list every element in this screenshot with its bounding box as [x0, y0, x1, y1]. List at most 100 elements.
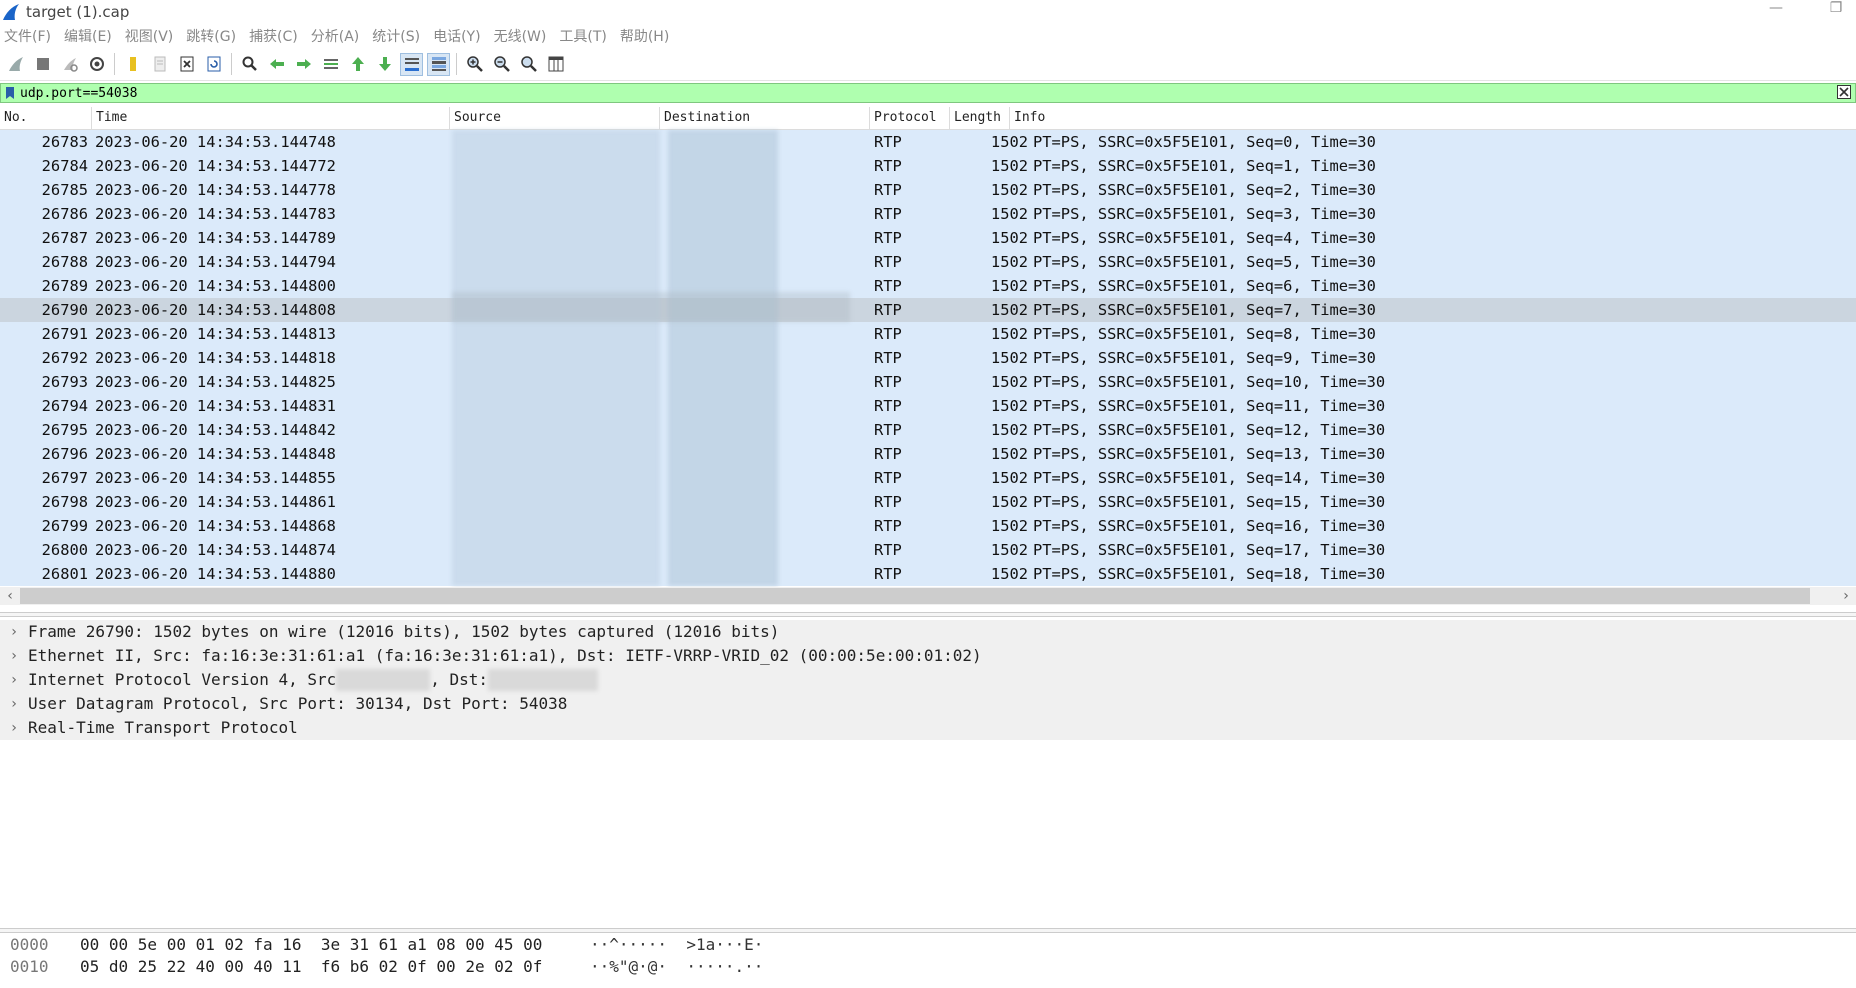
- menu-tools[interactable]: 工具(T): [559, 26, 606, 46]
- go-forward-button[interactable]: [292, 53, 315, 76]
- display-filter-input[interactable]: [20, 85, 1855, 101]
- packet-row[interactable]: 26784 2023-06-20 14:34:53.144772 RTP 1502 PT…: [0, 154, 1856, 178]
- minimize-button[interactable]: —: [1766, 0, 1786, 16]
- scroll-right-icon[interactable]: ›: [1836, 588, 1856, 604]
- menu-statistics[interactable]: 统计(S): [372, 26, 420, 46]
- detail-ip-text: Internet Protocol Version 4, Src: [28, 670, 337, 689]
- detail-rtp[interactable]: › Real-Time Transport Protocol: [0, 716, 1856, 740]
- packet-row[interactable]: 26789 2023-06-20 14:34:53.144800 RTP 1502 PT…: [0, 274, 1856, 298]
- menu-help[interactable]: 帮助(H): [620, 26, 669, 46]
- packet-row[interactable]: 26794 2023-06-20 14:34:53.144831 RTP 1502 PT…: [0, 394, 1856, 418]
- detail-ethernet[interactable]: › Ethernet II, Src: fa:16:3e:31:61:a1 (fa…: [0, 644, 1856, 668]
- stop-capture-button[interactable]: [31, 53, 54, 76]
- menu-analyze[interactable]: 分析(A): [311, 26, 360, 46]
- find-packet-button[interactable]: [238, 53, 261, 76]
- menu-capture[interactable]: 捕获(C): [249, 26, 298, 46]
- chevron-right-icon[interactable]: ›: [0, 668, 28, 692]
- packet-row[interactable]: 26787 2023-06-20 14:34:53.144789 RTP 1502 PT…: [0, 226, 1856, 250]
- pane-splitter[interactable]: [0, 612, 1856, 617]
- chevron-right-icon[interactable]: ›: [0, 620, 28, 644]
- menu-go[interactable]: 跳转(G): [186, 26, 236, 46]
- chevron-right-icon[interactable]: ›: [0, 644, 28, 668]
- bytes-row[interactable]: 0000 00 00 5e 00 01 02 fa 16 3e 31 61 a1…: [0, 934, 1856, 956]
- open-file-button[interactable]: [121, 53, 144, 76]
- packet-row[interactable]: 26798 2023-06-20 14:34:53.144861 RTP 1502 PT…: [0, 490, 1856, 514]
- bytes-hex: 05 d0 25 22 40 00 40 11 f6 b6 02 0f 00 2…: [80, 957, 543, 976]
- packet-protocol-cell: RTP: [874, 397, 902, 415]
- title-bar: target (1).cap — ❐: [0, 0, 1856, 24]
- go-back-button[interactable]: [265, 53, 288, 76]
- chevron-right-icon[interactable]: ›: [0, 716, 28, 740]
- first-packet-button[interactable]: [346, 53, 369, 76]
- packet-time-cell: 2023-06-20 14:34:53.144868: [95, 517, 336, 535]
- menu-view[interactable]: 视图(V): [125, 26, 174, 46]
- clear-filter-icon[interactable]: [1837, 85, 1851, 99]
- packet-protocol-cell: RTP: [874, 493, 902, 511]
- packet-row[interactable]: 26783 2023-06-20 14:34:53.144748 RTP 1502 PT…: [0, 130, 1856, 154]
- packet-list-hscrollbar[interactable]: ‹ ›: [0, 587, 1856, 605]
- packet-info-cell: PT=PS, SSRC=0x5F5E101, Seq=6, Time=30: [1033, 277, 1376, 295]
- redacted-selected-addresses: [452, 292, 850, 322]
- pane-splitter[interactable]: [0, 928, 1856, 933]
- packet-row[interactable]: 26797 2023-06-20 14:34:53.144855 RTP 1502 PT…: [0, 466, 1856, 490]
- zoom-out-button[interactable]: [490, 53, 513, 76]
- last-packet-button[interactable]: [373, 53, 396, 76]
- column-header-length[interactable]: Length: [950, 107, 1010, 129]
- packet-no-cell: 26790: [41, 301, 88, 319]
- packet-row[interactable]: 26786 2023-06-20 14:34:53.144783 RTP 1502 PT…: [0, 202, 1856, 226]
- packet-row[interactable]: 26799 2023-06-20 14:34:53.144868 RTP 1502 PT…: [0, 514, 1856, 538]
- autoscroll-button[interactable]: [400, 52, 423, 76]
- packet-bytes: 0000 00 00 5e 00 01 02 fa 16 3e 31 61 a1…: [0, 934, 1856, 988]
- start-capture-button[interactable]: [4, 53, 27, 76]
- packet-row[interactable]: 26800 2023-06-20 14:34:53.144874 RTP 1502 PT…: [0, 538, 1856, 562]
- close-file-button[interactable]: [175, 53, 198, 76]
- detail-udp[interactable]: › User Datagram Protocol, Src Port: 30134…: [0, 692, 1856, 716]
- packet-row[interactable]: 26796 2023-06-20 14:34:53.144848 RTP 1502 PT…: [0, 442, 1856, 466]
- column-header-no[interactable]: No.: [0, 107, 92, 129]
- column-header-protocol[interactable]: Protocol: [870, 107, 950, 129]
- search-icon: [242, 56, 257, 71]
- packet-time-cell: 2023-06-20 14:34:53.144789: [95, 229, 336, 247]
- packet-row[interactable]: 26801 2023-06-20 14:34:53.144880 RTP 1502 PT…: [0, 562, 1856, 586]
- packet-row[interactable]: 26790 2023-06-20 14:34:53.144808 RTP 1502 PT…: [0, 298, 1856, 322]
- packet-time-cell: 2023-06-20 14:34:53.144800: [95, 277, 336, 295]
- restart-capture-button[interactable]: [58, 53, 81, 76]
- menu-file[interactable]: 文件(F): [4, 26, 51, 46]
- packet-row[interactable]: 26785 2023-06-20 14:34:53.144778 RTP 1502 PT…: [0, 178, 1856, 202]
- packet-length-cell: 1502: [990, 541, 1028, 559]
- detail-ip[interactable]: › Internet Protocol Version 4, Src , Dst:: [0, 668, 1856, 692]
- packet-length-cell: 1502: [990, 181, 1028, 199]
- bytes-row[interactable]: 0010 05 d0 25 22 40 00 40 11 f6 b6 02 0f…: [0, 956, 1856, 978]
- main-toolbar: [0, 48, 1856, 81]
- column-header-source[interactable]: Source: [450, 107, 660, 129]
- bookmark-icon[interactable]: [4, 86, 16, 100]
- redacted-src-ip: [336, 669, 431, 691]
- capture-options-button[interactable]: [85, 53, 108, 76]
- go-to-packet-button[interactable]: [319, 53, 342, 76]
- menu-wireless[interactable]: 无线(W): [494, 26, 547, 46]
- menu-edit[interactable]: 编辑(E): [64, 26, 112, 46]
- packet-row[interactable]: 26792 2023-06-20 14:34:53.144818 RTP 1502 PT…: [0, 346, 1856, 370]
- menu-telephony[interactable]: 电话(Y): [433, 26, 480, 46]
- packet-details: › Frame 26790: 1502 bytes on wire (12016 …: [0, 620, 1856, 740]
- packet-row[interactable]: 26793 2023-06-20 14:34:53.144825 RTP 1502 PT…: [0, 370, 1856, 394]
- restore-button[interactable]: ❐: [1826, 0, 1846, 16]
- column-header-time[interactable]: Time: [92, 107, 450, 129]
- scroll-left-icon[interactable]: ‹: [0, 588, 20, 604]
- save-file-button[interactable]: [148, 53, 171, 76]
- column-header-destination[interactable]: Destination: [660, 107, 870, 129]
- detail-frame[interactable]: › Frame 26790: 1502 bytes on wire (12016 …: [0, 620, 1856, 644]
- chevron-right-icon[interactable]: ›: [0, 692, 28, 716]
- zoom-normal-button[interactable]: [517, 53, 540, 76]
- zoom-in-button[interactable]: [463, 53, 486, 76]
- packet-info-cell: PT=PS, SSRC=0x5F5E101, Seq=5, Time=30: [1033, 253, 1376, 271]
- packet-length-cell: 1502: [990, 277, 1028, 295]
- packet-row[interactable]: 26791 2023-06-20 14:34:53.144813 RTP 1502 PT…: [0, 322, 1856, 346]
- scrollbar-thumb[interactable]: [20, 588, 1810, 604]
- reload-file-button[interactable]: [202, 53, 225, 76]
- resize-columns-button[interactable]: [544, 53, 567, 76]
- packet-row[interactable]: 26788 2023-06-20 14:34:53.144794 RTP 1502 PT…: [0, 250, 1856, 274]
- packet-row[interactable]: 26795 2023-06-20 14:34:53.144842 RTP 1502 PT…: [0, 418, 1856, 442]
- column-header-info[interactable]: Info: [1010, 107, 1856, 129]
- colorize-button[interactable]: [427, 52, 450, 76]
